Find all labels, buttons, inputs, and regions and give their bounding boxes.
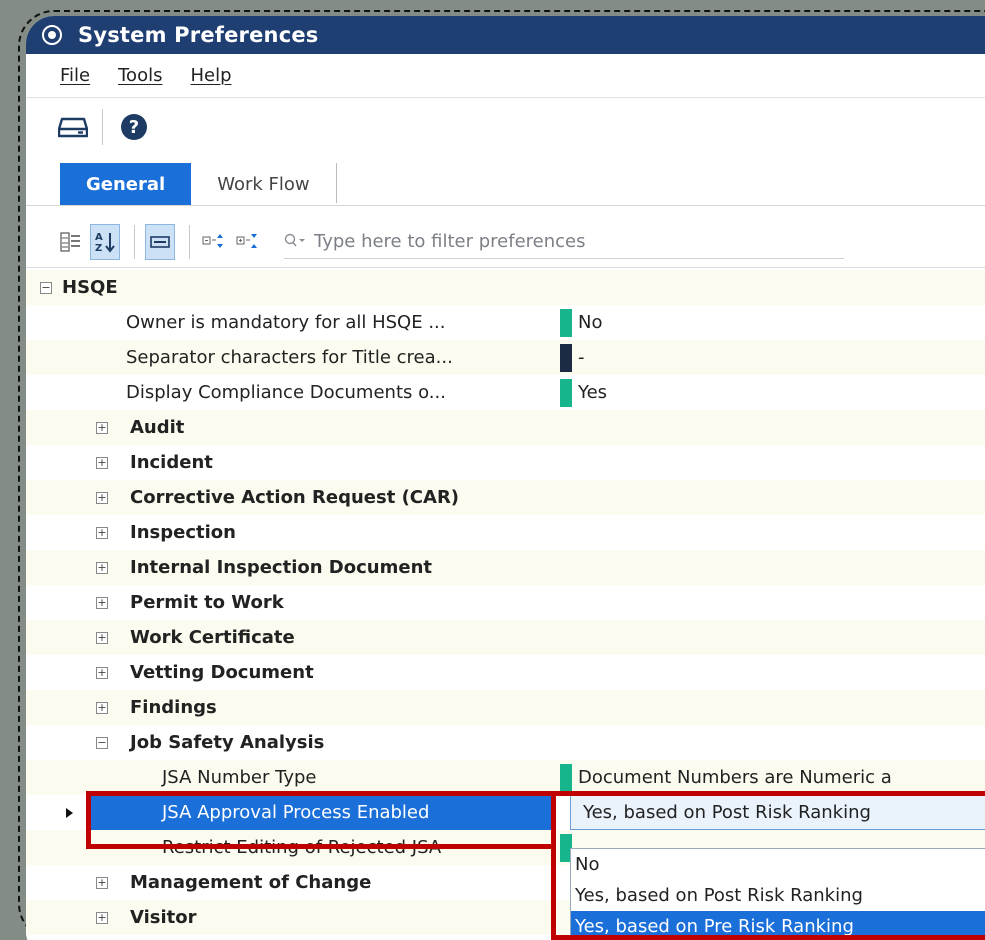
menu-tools[interactable]: Tools (118, 65, 162, 86)
category-label: Corrective Action Request (CAR) (130, 487, 460, 508)
category-permit-to-work[interactable]: + Permit to Work (26, 585, 985, 620)
property-label-selected: JSA Approval Process Enabled (90, 795, 554, 830)
property-row-jsa-number-type[interactable]: JSA Number Type Document Numbers are Num… (26, 760, 985, 795)
alphabetical-sort-icon[interactable]: AZ (90, 223, 120, 260)
expand-icon[interactable]: + (96, 491, 108, 504)
category-findings[interactable]: + Findings (26, 690, 985, 725)
app-icon (42, 25, 62, 45)
value-indicator (560, 343, 572, 372)
drive-icon[interactable] (56, 110, 90, 144)
expand-icon[interactable]: + (96, 701, 108, 714)
property-label: Separator characters for Title crea... (126, 347, 453, 368)
filter-separator (134, 224, 135, 259)
dropdown-option-post-risk[interactable]: Yes, based on Post Risk Ranking (571, 880, 985, 911)
category-label: Audit (130, 417, 185, 438)
expand-all-icon[interactable] (200, 224, 230, 260)
category-label: Permit to Work (130, 592, 284, 613)
property-row[interactable]: Display Compliance Documents o... Yes (26, 375, 985, 410)
property-pages-icon[interactable] (145, 223, 175, 260)
category-label: Incident (130, 452, 213, 473)
title-bar: System Preferences (26, 16, 985, 54)
value-indicator (560, 763, 572, 792)
expand-icon[interactable]: + (96, 596, 108, 609)
tab-divider (335, 163, 337, 203)
expand-icon[interactable]: + (96, 631, 108, 644)
expand-icon[interactable]: + (96, 911, 108, 924)
category-label: Visitor (130, 907, 197, 928)
approval-combo-box[interactable]: Yes, based on Post Risk Ranking (570, 795, 985, 830)
current-row-arrow-icon (66, 807, 73, 818)
search-dropdown-icon[interactable] (284, 233, 306, 249)
property-value[interactable]: Yes (578, 382, 607, 403)
category-audit[interactable]: + Audit (26, 410, 985, 445)
expand-icon[interactable]: + (96, 526, 108, 539)
category-inspection[interactable]: + Inspection (26, 515, 985, 550)
property-row-jsa-approval[interactable]: JSA Approval Process Enabled Yes, based … (26, 795, 985, 830)
menu-help[interactable]: Help (190, 65, 231, 86)
dropdown-option-no[interactable]: No (571, 849, 985, 880)
property-value[interactable]: No (578, 312, 602, 333)
expand-icon[interactable]: + (96, 561, 108, 574)
tab-strip: General Work Flow (26, 156, 985, 206)
property-row[interactable]: Separator characters for Title crea... - (26, 340, 985, 375)
toolbar-separator (102, 109, 103, 145)
category-label: Internal Inspection Document (130, 557, 432, 578)
category-label: Inspection (130, 522, 236, 543)
approval-dropdown-list: No Yes, based on Post Risk Ranking Yes, … (570, 848, 985, 940)
category-label: Job Safety Analysis (130, 732, 325, 753)
toolbar: ? (26, 98, 985, 156)
filter-preferences-input[interactable] (314, 230, 814, 252)
category-job-safety-analysis[interactable]: − Job Safety Analysis (26, 725, 985, 760)
value-indicator (560, 308, 572, 337)
menu-file[interactable]: File (60, 65, 90, 86)
category-car[interactable]: + Corrective Action Request (CAR) (26, 480, 985, 515)
tab-general[interactable]: General (60, 163, 192, 205)
expand-icon[interactable]: + (96, 666, 108, 679)
collapse-all-icon[interactable] (234, 224, 264, 260)
category-work-certificate[interactable]: + Work Certificate (26, 620, 985, 655)
dropdown-option-pre-risk[interactable]: Yes, based on Pre Risk Ranking (571, 911, 985, 940)
category-label: HSQE (62, 277, 118, 298)
help-button[interactable]: ? (117, 110, 151, 144)
property-label: JSA Number Type (162, 767, 317, 788)
expand-icon[interactable]: + (96, 421, 108, 434)
property-label: Display Compliance Documents o... (126, 382, 446, 403)
preferences-window: System Preferences File Tools Help ? Gen… (26, 16, 985, 940)
collapse-icon[interactable]: − (96, 736, 108, 749)
property-label: Restrict Editing of Rejected JSA (162, 837, 442, 858)
category-internal-inspection[interactable]: + Internal Inspection Document (26, 550, 985, 585)
value-indicator (560, 378, 572, 407)
filter-search-box[interactable] (284, 225, 844, 259)
property-label: Owner is mandatory for all HSQE ... (126, 312, 446, 333)
property-value[interactable]: - (578, 347, 585, 368)
collapse-icon[interactable]: − (40, 281, 52, 294)
svg-text:A: A (95, 232, 103, 243)
category-hsqe[interactable]: − HSQE (26, 270, 985, 305)
category-label: Findings (130, 697, 217, 718)
property-value[interactable]: Document Numbers are Numeric a (578, 767, 892, 788)
category-incident[interactable]: + Incident (26, 445, 985, 480)
category-label: Management of Change (130, 872, 372, 893)
property-grid: − HSQE Owner is mandatory for all HSQE .… (26, 270, 985, 940)
property-row[interactable]: Owner is mandatory for all HSQE ... No (26, 305, 985, 340)
help-icon: ? (121, 114, 147, 140)
expand-icon[interactable]: + (96, 456, 108, 469)
svg-text:Z: Z (95, 243, 102, 254)
expand-icon[interactable]: + (96, 876, 108, 889)
window-title: System Preferences (78, 23, 319, 47)
category-label: Work Certificate (130, 627, 295, 648)
property-grid-toolbar: AZ (26, 216, 985, 268)
menu-bar: File Tools Help (26, 54, 985, 98)
filter-separator (189, 224, 190, 259)
category-label: Vetting Document (130, 662, 314, 683)
category-vetting-document[interactable]: + Vetting Document (26, 655, 985, 690)
categorized-icon[interactable] (56, 224, 86, 260)
tab-work-flow[interactable]: Work Flow (191, 163, 335, 205)
